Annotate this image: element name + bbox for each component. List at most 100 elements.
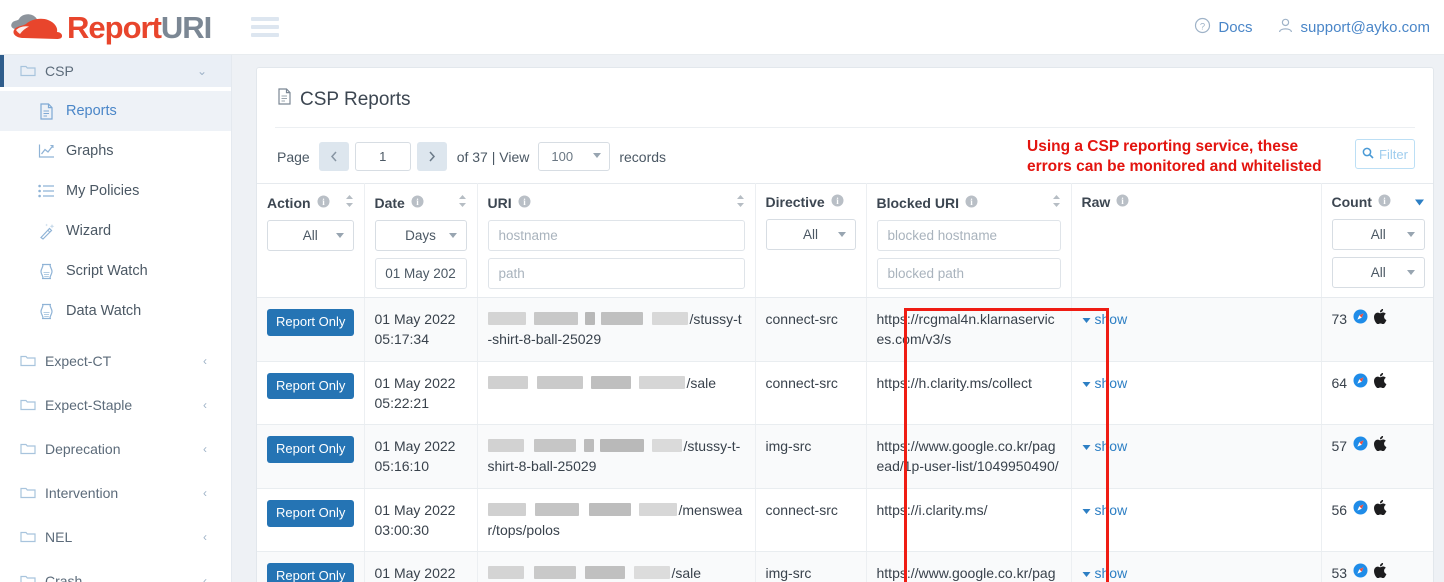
reports-table: Action i All Date i Days 01 May 202 URI … [257,183,1433,582]
column-uri[interactable]: URI i [477,183,756,298]
folder-icon [20,573,36,582]
row-directive: connect-src [765,311,838,327]
cell-date: 01 May 202205:21:40 [364,551,478,582]
chevron-left-icon: ‹ [203,486,207,500]
table-row[interactable]: Report Only 01 May 202205:21:40 /sale im… [257,551,1433,582]
docs-link[interactable]: ? Docs [1194,17,1253,38]
user-account-link[interactable]: support@ayko.com [1277,17,1430,38]
sidebar-item-my-policies[interactable]: My Policies [0,171,231,211]
view-records-select-wrap: 100 [538,142,611,171]
sort-both-icon[interactable] [736,194,745,211]
table-row[interactable]: Report Only 01 May 2022 03:00:30 /menswea… [257,488,1433,553]
sort-both-icon[interactable] [345,194,354,211]
row-blocked-uri: https://i.clarity.ms/ [876,501,988,518]
brand-text: ReportURI [67,9,212,45]
next-page-button[interactable] [416,142,447,171]
column-label-date: Date [374,194,405,211]
action-badge[interactable]: Report Only [267,563,355,582]
sort-desc-active-icon[interactable] [1414,194,1425,210]
brand-report: Report [67,9,162,45]
uri-path-input[interactable] [487,258,745,289]
action-badge[interactable]: Report Only [267,372,355,400]
raw-show-link[interactable]: show [1082,438,1127,454]
directive-filter-select[interactable]: All [765,219,856,250]
cell-blocked-uri: https://rcgmal4n.klarnaservices.com/v3/s [866,297,1072,362]
table-row[interactable]: Report Only 01 May 2022 05:22:21 /sale co… [257,361,1433,426]
raw-show-link[interactable]: show [1082,565,1127,581]
sidebar-item-data-watch[interactable]: Data Watch [0,291,231,331]
raw-show-link[interactable]: show [1082,501,1128,518]
date-value-input[interactable] [374,258,467,289]
page-number-input[interactable] [354,142,411,171]
cloud-icon [10,12,64,42]
raw-show-link[interactable]: show [1082,311,1127,327]
uri-hostname-input[interactable] [487,220,745,251]
column-raw[interactable]: Raw i [1071,183,1322,298]
safari-icon [1353,563,1368,582]
page-count-label: of 37 | View [456,148,530,165]
info-icon[interactable]: i [1116,194,1129,210]
prev-page-button[interactable] [318,142,349,171]
column-count[interactable]: Count i All All [1321,183,1433,298]
sidebar-group-label-csp: CSP [45,63,74,79]
apple-icon [1374,499,1387,520]
sidebar-group-expect-staple[interactable]: Expect-Staple ‹ [0,383,231,427]
info-icon[interactable]: i [317,195,330,211]
sidebar-group-expect-ct[interactable]: Expect-CT ‹ [0,339,231,383]
action-badge[interactable]: Report Only [267,309,355,336]
filter-button[interactable]: Filter [1355,139,1415,169]
action-filter-select[interactable]: All [267,220,354,251]
raw-show-link[interactable]: show [1082,375,1127,391]
count-filter-select-1[interactable]: All [1331,219,1425,250]
sidebar-item-wizard[interactable]: Wizard [0,211,231,251]
sidebar-item-reports[interactable]: Reports [0,91,231,131]
blocked-path-input[interactable] [876,258,1061,289]
sidebar-item-script-watch[interactable]: Script Watch [0,251,231,291]
cell-action: Report Only [257,297,365,362]
sidebar-group-nel[interactable]: NEL ‹ [0,515,231,559]
row-date: 01 May 2022 [374,374,456,391]
info-icon[interactable]: i [965,195,978,211]
brand-logo[interactable]: ReportURI [10,9,212,45]
chart-line-icon [36,143,56,159]
info-icon[interactable]: i [411,195,424,211]
sort-both-icon[interactable] [1052,194,1061,211]
user-email: support@ayko.com [1300,18,1430,36]
sidebar-item-label-graphs: Graphs [66,143,114,159]
column-action[interactable]: Action i All [257,183,365,298]
info-icon[interactable]: i [518,195,531,211]
blocked-hostname-input[interactable] [876,220,1061,251]
sidebar-group-csp[interactable]: CSP ⌄ [0,55,231,87]
date-mode-select[interactable]: Days [374,220,467,251]
sidebar-item-graphs[interactable]: Graphs [0,131,231,171]
sidebar-item-label-my-policies: My Policies [66,183,140,199]
sort-both-icon[interactable] [458,194,467,211]
cell-uri: /stussy-t-shirt-8-ball-25029 [477,424,756,489]
sidebar-group-crash[interactable]: Crash ‹ [0,559,231,582]
brand-uri: URI [160,9,212,45]
sidebar-group-deprecation[interactable]: Deprecation ‹ [0,427,231,471]
cell-date: 01 May 2022 05:16:10 [364,424,478,489]
view-records-select[interactable]: 100 [538,142,611,171]
action-badge[interactable]: Report Only [267,436,355,464]
action-badge[interactable]: Report Only [267,499,355,527]
filter-button-label: Filter [1379,146,1408,162]
info-icon[interactable]: i [1378,194,1391,210]
count-filter-select-2[interactable]: All [1331,257,1425,288]
column-directive[interactable]: Directive i All [755,183,867,298]
column-label-action: Action [267,194,311,211]
raw-show-label: show [1094,501,1128,518]
top-bar-actions: ? Docs support@ayko.com [1194,17,1430,38]
cell-count: 64 [1321,361,1433,426]
row-date: 01 May 2022 [374,565,456,582]
column-date[interactable]: Date i Days 01 May 202 [364,183,478,298]
table-toolbar: Page of 37 | View 100 records [257,128,1433,183]
table-row[interactable]: Report Only 01 May 2022 05:16:10 /stussy-… [257,424,1433,489]
info-icon[interactable]: i [831,194,844,210]
cell-date: 01 May 2022 03:00:30 [364,488,478,553]
column-blocked-uri[interactable]: Blocked URI i [866,183,1072,298]
sidebar-group-intervention[interactable]: Intervention ‹ [0,471,231,515]
cell-date: 01 May 2022 05:22:21 [364,361,478,426]
hamburger-menu-icon[interactable] [251,17,280,37]
table-row[interactable]: Report Only 01 May 2022 05:17:34 /stussy-… [257,297,1433,362]
